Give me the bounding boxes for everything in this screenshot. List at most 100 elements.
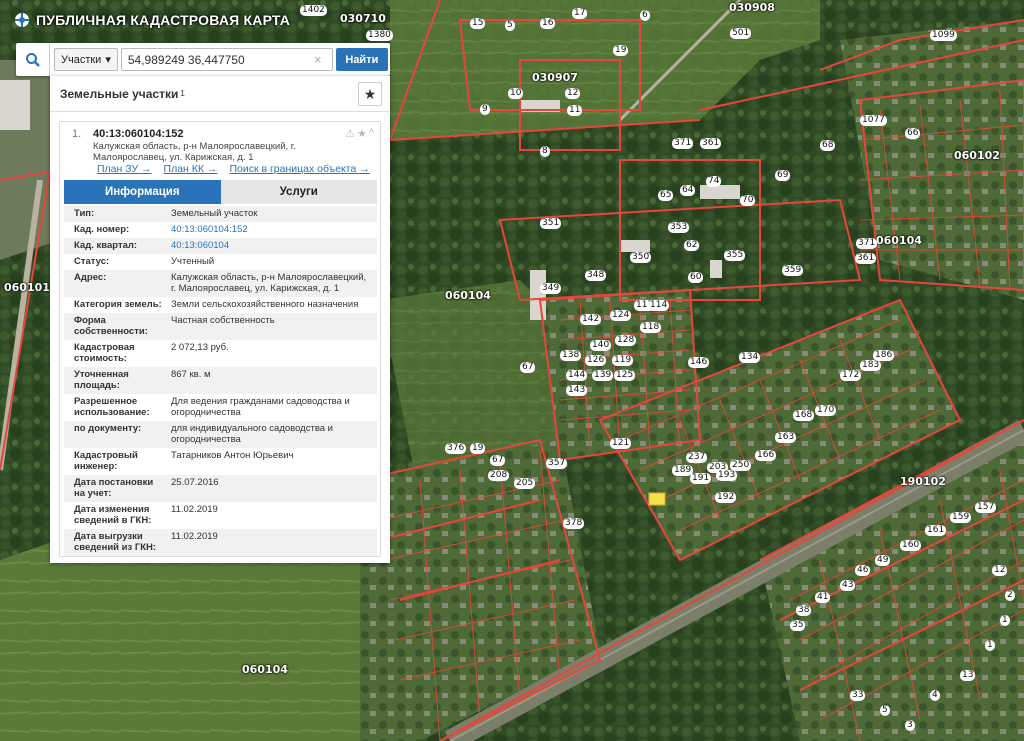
link-search-within[interactable]: Поиск в границах объекта → bbox=[229, 163, 369, 175]
parcel-number-label[interactable]: 140 bbox=[590, 340, 612, 351]
parcel-number-label[interactable]: 11 bbox=[567, 105, 583, 116]
parcel-number-label[interactable]: 170 bbox=[815, 405, 837, 416]
parcel-number-label[interactable]: 19 bbox=[470, 443, 486, 454]
parcel-number-label[interactable]: 12 bbox=[565, 88, 581, 99]
parcel-number-label[interactable]: 17 bbox=[572, 8, 588, 19]
parcel-number-label[interactable]: 41 bbox=[815, 592, 831, 603]
search-type-dropdown[interactable]: Участки ▾ bbox=[54, 48, 118, 71]
parcel-number-label[interactable]: 361 bbox=[855, 253, 877, 264]
parcel-number-label[interactable]: 114 bbox=[648, 300, 670, 311]
tab-information[interactable]: Информация bbox=[64, 180, 221, 204]
parcel-number-label[interactable]: 142 bbox=[580, 314, 602, 325]
parcel-number-label[interactable]: 349 bbox=[540, 283, 562, 294]
warning-icon[interactable]: ⚠ bbox=[345, 127, 355, 140]
parcel-number-label[interactable]: 125 bbox=[614, 370, 636, 381]
parcel-number-label[interactable]: 191 bbox=[690, 473, 712, 484]
parcel-number-label[interactable]: 38 bbox=[796, 605, 812, 616]
link-plan-zu[interactable]: План ЗУ → bbox=[97, 163, 152, 175]
parcel-number-label[interactable]: 67 bbox=[490, 455, 506, 466]
attribute-value[interactable]: 40:13:060104 bbox=[167, 238, 377, 254]
parcel-number-label[interactable]: 19 bbox=[613, 45, 629, 56]
parcel-number-label[interactable]: 128 bbox=[615, 335, 637, 346]
parcel-number-label[interactable]: 1380 bbox=[366, 30, 393, 41]
parcel-number-label[interactable]: 74 bbox=[706, 176, 722, 187]
parcel-number-label[interactable]: 163 bbox=[775, 432, 797, 443]
parcel-number-label[interactable]: 378 bbox=[563, 518, 585, 529]
parcel-number-label[interactable]: 1 bbox=[1000, 615, 1010, 626]
parcel-number-label[interactable]: 66 bbox=[905, 128, 921, 139]
parcel-number-label[interactable]: 157 bbox=[975, 502, 997, 513]
parcel-number-label[interactable]: 186 bbox=[873, 350, 895, 361]
parcel-number-label[interactable]: 5 bbox=[880, 705, 890, 716]
parcel-cad-number[interactable]: 40:13:060104:152 bbox=[93, 128, 184, 140]
parcel-number-label[interactable]: 8 bbox=[540, 146, 550, 157]
parcel-number-label[interactable]: 1402 bbox=[300, 5, 327, 16]
search-icon[interactable] bbox=[16, 43, 50, 76]
parcel-number-label[interactable]: 4 bbox=[930, 690, 940, 701]
parcel-number-label[interactable]: 65 bbox=[658, 190, 674, 201]
parcel-number-label[interactable]: 138 bbox=[560, 350, 582, 361]
parcel-number-label[interactable]: 1 bbox=[985, 640, 995, 651]
parcel-number-label[interactable]: 64 bbox=[680, 185, 696, 196]
parcel-number-label[interactable]: 119 bbox=[612, 355, 634, 366]
parcel-number-label[interactable]: 1077 bbox=[860, 115, 887, 126]
parcel-number-label[interactable]: 9 bbox=[480, 104, 490, 115]
parcel-number-label[interactable]: 161 bbox=[925, 525, 947, 536]
parcel-number-label[interactable]: 6 bbox=[640, 10, 650, 21]
parcel-number-label[interactable]: 348 bbox=[585, 270, 607, 281]
search-input[interactable] bbox=[120, 48, 333, 71]
parcel-number-label[interactable]: 60 bbox=[688, 272, 704, 283]
parcel-number-label[interactable]: 357 bbox=[546, 458, 568, 469]
parcel-number-label[interactable]: 35 bbox=[790, 620, 806, 631]
parcel-number-label[interactable]: 69 bbox=[775, 170, 791, 181]
parcel-number-label[interactable]: 124 bbox=[610, 310, 632, 321]
parcel-number-label[interactable]: 121 bbox=[610, 438, 632, 449]
parcel-number-label[interactable]: 118 bbox=[640, 322, 662, 333]
parcel-number-label[interactable]: 205 bbox=[514, 478, 536, 489]
parcel-number-label[interactable]: 143 bbox=[566, 385, 588, 396]
parcel-number-label[interactable]: 359 bbox=[782, 265, 804, 276]
parcel-number-label[interactable]: 192 bbox=[715, 492, 737, 503]
parcel-number-label[interactable]: 168 bbox=[793, 410, 815, 421]
parcel-number-label[interactable]: 183 bbox=[860, 360, 882, 371]
link-plan-kk[interactable]: План КК → bbox=[164, 163, 218, 175]
parcel-number-label[interactable]: 10 bbox=[508, 88, 524, 99]
parcel-number-label[interactable]: 13 bbox=[960, 670, 976, 681]
parcel-number-label[interactable]: 172 bbox=[840, 370, 862, 381]
tab-services[interactable]: Услуги bbox=[220, 180, 377, 204]
clear-icon[interactable]: × bbox=[314, 52, 322, 67]
parcel-number-label[interactable]: 159 bbox=[950, 512, 972, 523]
favorite-button[interactable]: ★ bbox=[358, 82, 382, 106]
parcel-number-label[interactable]: 134 bbox=[739, 352, 761, 363]
parcel-number-label[interactable]: 62 bbox=[684, 240, 700, 251]
parcel-number-label[interactable]: 350 bbox=[630, 252, 652, 263]
parcel-number-label[interactable]: 68 bbox=[820, 140, 836, 151]
parcel-number-label[interactable]: 70 bbox=[740, 195, 756, 206]
parcel-number-label[interactable]: 139 bbox=[592, 370, 614, 381]
parcel-number-label[interactable]: 126 bbox=[585, 355, 607, 366]
parcel-number-label[interactable]: 67 bbox=[520, 362, 536, 373]
parcel-number-label[interactable]: 160 bbox=[900, 540, 922, 551]
parcel-number-label[interactable]: 351 bbox=[540, 218, 562, 229]
collapse-icon[interactable]: ^ bbox=[369, 127, 374, 140]
parcel-number-label[interactable]: 49 bbox=[875, 555, 891, 566]
parcel-number-label[interactable]: 166 bbox=[755, 450, 777, 461]
attribute-value[interactable]: 40:13:060104:152 bbox=[167, 222, 377, 238]
parcel-number-label[interactable]: 355 bbox=[724, 250, 746, 261]
parcel-number-label[interactable]: 376 bbox=[445, 443, 467, 454]
parcel-number-label[interactable]: 46 bbox=[855, 565, 871, 576]
parcel-number-label[interactable]: 16 bbox=[540, 18, 556, 29]
parcel-number-label[interactable]: 1099 bbox=[930, 30, 957, 41]
parcel-number-label[interactable]: 33 bbox=[850, 690, 866, 701]
cadastre-logo-icon[interactable] bbox=[14, 12, 30, 28]
parcel-number-label[interactable]: 353 bbox=[668, 222, 690, 233]
parcel-number-label[interactable]: 146 bbox=[688, 357, 710, 368]
parcel-number-label[interactable]: 43 bbox=[840, 580, 856, 591]
parcel-number-label[interactable]: 15 bbox=[470, 18, 486, 29]
parcel-number-label[interactable]: 208 bbox=[488, 470, 510, 481]
parcel-number-label[interactable]: 3 bbox=[905, 720, 915, 731]
parcel-number-label[interactable]: 144 bbox=[566, 370, 588, 381]
parcel-number-label[interactable]: 2 bbox=[1005, 590, 1015, 601]
selected-parcel[interactable] bbox=[648, 492, 666, 506]
parcel-number-label[interactable]: 371 bbox=[856, 238, 878, 249]
